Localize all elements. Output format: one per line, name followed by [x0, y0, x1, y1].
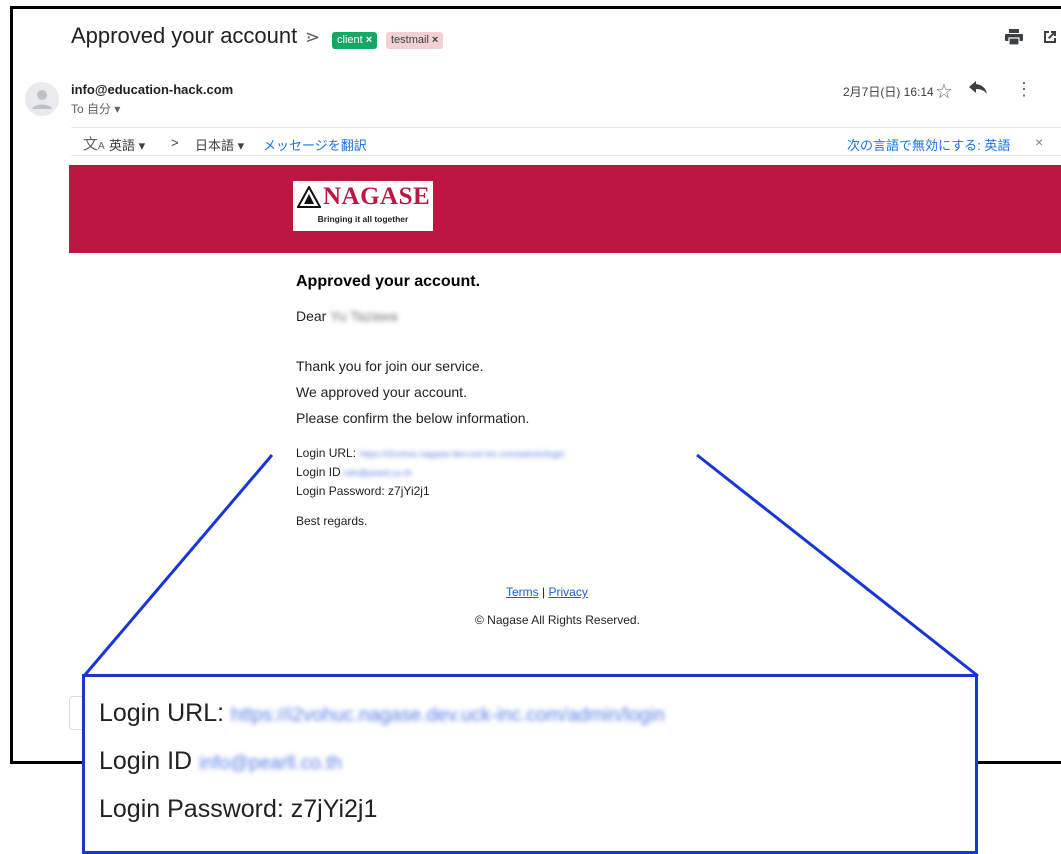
disable-translation-link[interactable]: 次の言語で無効にする: 英語	[847, 135, 1010, 154]
translate-icon: 文A	[83, 136, 105, 153]
footer-links: Terms | Privacy	[506, 585, 588, 599]
close-translate-bar-icon[interactable]: ×	[1035, 134, 1043, 150]
sender-avatar[interactable]	[25, 82, 59, 116]
login-url-label: Login URL:	[296, 446, 357, 460]
login-id-row: Login ID info@pearll.co.th	[296, 465, 412, 479]
terms-link[interactable]: Terms	[506, 585, 539, 599]
zoom-login-id-label: Login ID	[99, 747, 193, 775]
zoom-login-url-row: Login URL: https://i2vohuc.nagase.dev.uc…	[99, 699, 665, 728]
importance-marker-icon[interactable]: ⋗	[305, 27, 320, 48]
zoom-login-id-row: Login ID info@pearll.co.th	[99, 747, 342, 776]
greeting: Dear Yu Tazawa	[296, 308, 398, 324]
label-client-text: client	[337, 34, 363, 46]
print-icon[interactable]	[1005, 29, 1023, 50]
logo-name: NAGASE	[323, 183, 431, 210]
message-date: 2月7日(日) 16:14	[843, 85, 934, 99]
label-testmail-text: testmail	[391, 34, 429, 46]
translate-message-link[interactable]: メッセージを翻訳	[263, 135, 367, 154]
zoom-callout: Login URL: https://i2vohuc.nagase.dev.uc…	[82, 674, 978, 854]
login-url-link[interactable]: https://i2vohuc.nagase.dev.uck-inc.com/a…	[359, 449, 564, 459]
login-url-row: Login URL: https://i2vohuc.nagase.dev.uc…	[296, 446, 565, 460]
label-testmail[interactable]: testmail ×	[386, 32, 444, 49]
more-options-icon[interactable]: ⋮	[1015, 79, 1033, 100]
source-language-select[interactable]: 英語 ▾	[109, 135, 145, 154]
email-banner	[69, 165, 1061, 253]
zoom-login-url-label: Login URL:	[99, 699, 225, 727]
remove-label-icon[interactable]: ×	[432, 34, 438, 46]
login-id-label: Login ID	[296, 465, 341, 479]
email-heading: Approved your account.	[296, 273, 481, 290]
label-client[interactable]: client ×	[332, 32, 378, 49]
body-line-2: We approved your account.	[296, 384, 467, 400]
zoom-login-password: Login Password: z7jYi2j1	[99, 795, 378, 823]
email-subject: Approved your account	[71, 23, 298, 48]
logo-tagline: Bringing it all together	[317, 214, 409, 224]
privacy-link[interactable]: Privacy	[548, 585, 587, 599]
body-line-3: Please confirm the below information.	[296, 410, 530, 426]
greeting-prefix: Dear	[296, 308, 327, 324]
divider	[71, 127, 1061, 128]
open-in-new-window-icon[interactable]	[1042, 29, 1058, 50]
login-id-link[interactable]: info@pearll.co.th	[344, 468, 412, 478]
target-language-select[interactable]: 日本語 ▾	[195, 135, 244, 154]
brand-logo: NAGASE Bringing it all together	[293, 181, 433, 231]
email-window: Approved your account ⋗ client × testmail…	[10, 6, 1061, 764]
zoom-login-id-link: info@pearll.co.th	[199, 753, 342, 774]
divider	[71, 155, 1061, 156]
redacted-name: Yu Tazawa	[330, 308, 398, 324]
footer-separator: |	[542, 585, 546, 599]
sender-address[interactable]: info@education-hack.com	[71, 82, 233, 97]
reply-icon[interactable]	[969, 81, 987, 100]
login-password: Login Password: z7jYi2j1	[296, 484, 430, 498]
copyright: © Nagase All Rights Reserved.	[475, 613, 640, 627]
zoom-login-url-link: https://i2vohuc.nagase.dev.uck-inc.com/a…	[231, 705, 665, 726]
remove-label-icon[interactable]: ×	[366, 34, 372, 46]
logo-mark-icon	[297, 186, 321, 208]
recipient-details-toggle[interactable]: To 自分 ▾	[71, 100, 120, 117]
sign-off: Best regards.	[296, 514, 368, 528]
body-line-1: Thank you for join our service.	[296, 358, 484, 374]
star-icon[interactable]: ☆	[935, 79, 953, 104]
translate-arrow: >	[171, 135, 179, 150]
